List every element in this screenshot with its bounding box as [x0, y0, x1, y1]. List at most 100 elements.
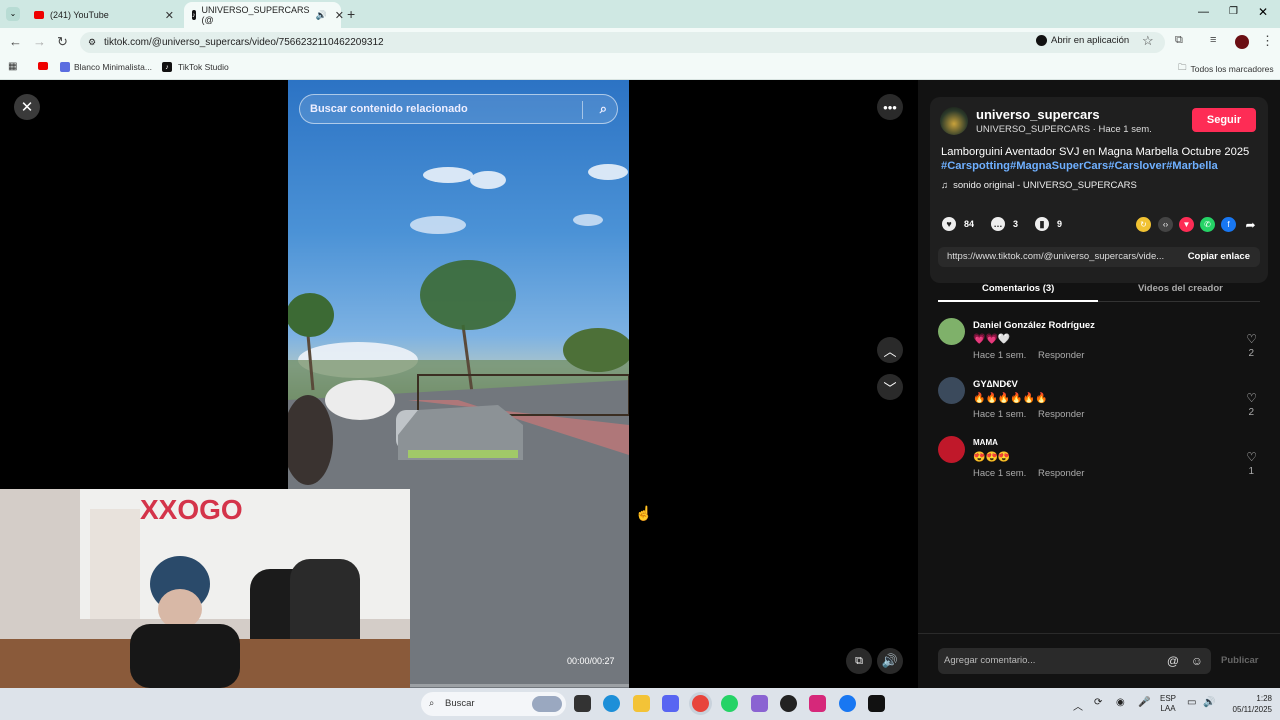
commenter-avatar[interactable] [938, 377, 965, 404]
volume-icon[interactable]: 🔊 [1203, 697, 1215, 708]
url-field[interactable]: ⚙ tiktok.com/@universo_supercars/video/7… [80, 32, 1165, 53]
embed-icon[interactable]: ‹› [1158, 217, 1173, 232]
tab-tiktok[interactable]: ♪ UNIVERSO_SUPERCARS (@ 🔊 ✕ [184, 2, 344, 28]
commenter-name[interactable]: Daniel González Rodríguez [973, 320, 1095, 331]
commenter-avatar[interactable] [938, 318, 965, 345]
author-avatar[interactable] [940, 107, 968, 135]
author-username[interactable]: universo_supercars [976, 107, 1100, 122]
repost-icon[interactable]: ↻ [1136, 217, 1151, 232]
tab-youtube[interactable]: (241) YouTube ✕ [26, 2, 182, 28]
emoji-icon[interactable]: ☺ [1191, 648, 1203, 674]
video-link-text[interactable]: https://www.tiktok.com/@universo_superca… [947, 251, 1164, 262]
sound-link[interactable]: ♫ sonido original - UNIVERSO_SUPERCARS [941, 180, 1137, 191]
task-view-icon[interactable] [574, 695, 591, 712]
reload-icon[interactable]: ↻ [57, 34, 68, 50]
music-note-icon: ♫ [941, 180, 949, 191]
comment-like-icon[interactable]: ♡ [1246, 332, 1257, 346]
file-explorer-icon[interactable] [633, 695, 650, 712]
facebook-icon[interactable] [839, 695, 856, 712]
tab-creator-videos[interactable]: Videos del creador [1138, 283, 1223, 294]
close-tab-icon[interactable]: ✕ [165, 9, 174, 22]
tray-app-icon[interactable]: ◉ [1116, 697, 1125, 708]
taskbar-search[interactable]: ⌕ Buscar [421, 692, 566, 716]
floating-player-button[interactable]: ⧉ [846, 648, 872, 674]
edge-icon[interactable] [603, 695, 620, 712]
commenter-name[interactable]: MAMA [973, 438, 998, 447]
bookmark-youtube[interactable] [38, 62, 54, 70]
folder-icon: 🗀 [1178, 62, 1187, 72]
all-bookmarks[interactable]: 🗀 Todos los marcadores [1178, 62, 1274, 76]
microphone-icon[interactable]: 🎤 [1138, 697, 1150, 708]
comment-button[interactable]: … 3 [991, 217, 1018, 231]
commenter-name[interactable]: GY∆ND€V [973, 379, 1018, 390]
next-video-button[interactable]: ﹀ [877, 374, 903, 400]
copy-link-button[interactable]: Copiar enlace [1188, 251, 1250, 262]
language-indicator[interactable]: ESP LAA [1160, 694, 1176, 714]
obs-icon[interactable] [780, 695, 797, 712]
comment-text: 😍😍😍 [973, 452, 1011, 463]
commenter-avatar[interactable] [938, 436, 965, 463]
minimize-button[interactable]: — [1198, 6, 1209, 18]
discord-icon[interactable] [662, 695, 679, 712]
bookmark-tiktok-studio[interactable]: ♪ TikTok Studio [162, 62, 229, 72]
related-search-input[interactable]: Buscar contenido relacionado ⌕ [299, 94, 618, 124]
reply-button[interactable]: Responder [1038, 468, 1084, 479]
comment-input[interactable]: Agregar comentario... @ ☺ [938, 648, 1211, 674]
whatsapp-icon[interactable] [721, 695, 738, 712]
network-icon[interactable]: ▭ [1187, 697, 1196, 708]
bookmarks-bar: ▦ Blanco Minimalista... ♪ TikTok Studio … [0, 56, 1280, 80]
comment-item: MAMA 😍😍😍 Hace 1 sem. Responder ♡ 1 [938, 436, 1260, 492]
reply-button[interactable]: Responder [1038, 350, 1084, 361]
media-icon[interactable]: ≡ [1210, 34, 1216, 46]
svg-text:XXOGO: XXOGO [140, 494, 243, 525]
comment-time: Hace 1 sem. [973, 350, 1027, 361]
comment-time: Hace 1 sem. [973, 409, 1027, 420]
close-video-button[interactable]: ✕ [14, 94, 40, 120]
comment-like-icon[interactable]: ♡ [1246, 450, 1257, 464]
bookmark-star-icon[interactable]: ☆ [1142, 33, 1154, 49]
site-info-icon[interactable]: ⚙ [88, 32, 96, 53]
chrome-icon[interactable] [692, 695, 709, 712]
tab-list-button[interactable]: ⌄ [6, 7, 20, 21]
comment-like-icon[interactable]: ♡ [1246, 391, 1257, 405]
share-icon[interactable]: ➦ [1243, 217, 1258, 232]
back-icon[interactable]: ← [9, 34, 22, 49]
follow-button[interactable]: Seguir [1192, 108, 1256, 132]
close-window-button[interactable]: ✕ [1258, 5, 1268, 19]
bookmark-blanco[interactable]: Blanco Minimalista... [60, 62, 152, 72]
snipping-tool-icon[interactable] [751, 695, 768, 712]
extensions-icon[interactable]: ⧉ [1175, 34, 1183, 47]
menu-icon[interactable]: ⋮ [1261, 33, 1274, 49]
close-tab-icon[interactable]: ✕ [335, 9, 344, 22]
reply-button[interactable]: Responder [1038, 409, 1084, 420]
tab-comments[interactable]: Comentarios (3) [982, 283, 1054, 294]
profile-avatar[interactable] [1235, 35, 1249, 49]
publish-button[interactable]: Publicar [1221, 655, 1259, 666]
like-button[interactable]: ♥ 84 [942, 217, 974, 231]
tiktok-icon[interactable] [868, 695, 885, 712]
tab-active-indicator [938, 300, 1098, 302]
send-icon[interactable]: ▼ [1179, 217, 1194, 232]
new-tab-button[interactable]: + [347, 6, 355, 22]
restore-button[interactable]: ❐ [1229, 6, 1238, 17]
tiktok-icon: ♪ [162, 62, 172, 72]
volume-button[interactable]: 🔊 [877, 648, 903, 674]
hashtags-link[interactable]: #Carspotting#MagnaSuperCars#Carslover#Ma… [941, 160, 1218, 172]
open-in-app-button[interactable]: Abrir en aplicación [1036, 35, 1129, 46]
apps-icon[interactable]: ▦ [8, 61, 17, 72]
more-options-button[interactable]: ••• [877, 94, 903, 120]
comment-text: 🔥🔥🔥🔥🔥🔥 [973, 393, 1048, 404]
forward-icon[interactable]: → [33, 34, 46, 49]
previous-video-button[interactable]: ︿ [877, 337, 903, 363]
instagram-icon[interactable] [809, 695, 826, 712]
save-button[interactable]: ▮ 9 [1035, 217, 1062, 231]
facebook-icon[interactable]: f [1221, 217, 1236, 232]
mention-icon[interactable]: @ [1167, 648, 1179, 674]
tray-app-icon[interactable]: ⟳ [1094, 697, 1102, 708]
tray-overflow-icon[interactable]: ︿ [1073, 698, 1083, 713]
audio-icon[interactable]: 🔊 [316, 10, 327, 21]
youtube-icon [38, 62, 48, 70]
search-icon[interactable]: ⌕ [600, 95, 607, 123]
clock[interactable]: 1:28 05/11/2025 [1226, 693, 1272, 715]
whatsapp-icon[interactable]: ✆ [1200, 217, 1215, 232]
